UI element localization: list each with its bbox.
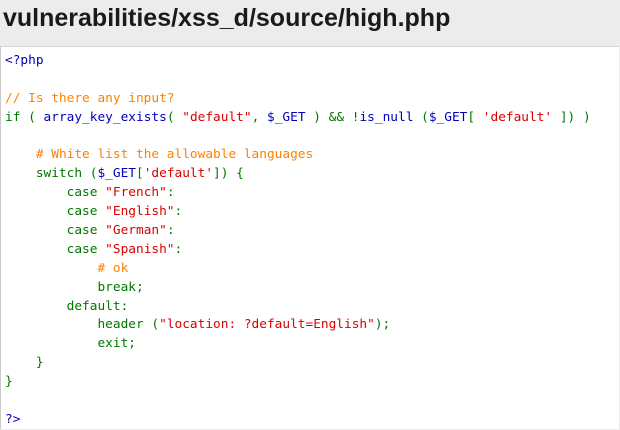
code-line: ​ (5, 128, 591, 147)
code-line: # White list the allowable languages (5, 146, 591, 165)
code-line: ​ (5, 392, 591, 411)
code-line: header ("location: ?default=English"); (5, 316, 591, 335)
code-line: switch ($_GET['default']) { (5, 165, 591, 184)
code-token: # ok (97, 260, 129, 276)
code-token: header (5, 317, 152, 333)
code-line: ?> (5, 411, 591, 430)
code-token: 'default' (143, 166, 214, 182)
code-token: array_key_exists (43, 109, 167, 125)
code-token: ( (151, 317, 160, 333)
code-token: 'default' (482, 109, 560, 125)
code-token: ?> (5, 411, 21, 427)
code-token: } (5, 355, 44, 371)
code-token: case (5, 223, 106, 239)
code-token: switch ( (5, 166, 98, 182)
code-token: ]) ) (559, 109, 591, 125)
code-line: exit; (5, 335, 591, 354)
code-token: default: (5, 298, 129, 314)
code-token: : (166, 185, 175, 201)
code-line: // Is there any input? (5, 90, 591, 109)
code-token: ) && ! (313, 109, 360, 125)
code-token: is_null (359, 109, 422, 125)
code-line: case "Spanish": (5, 241, 591, 260)
code-line: } (5, 354, 591, 373)
code-token: exit; (5, 336, 136, 352)
code-line: } (5, 373, 591, 392)
code-line: <?php (5, 52, 591, 71)
code-token: "French" (105, 185, 167, 201)
code-token: "English" (105, 204, 175, 220)
code-line: ​ (5, 71, 591, 90)
page-title: vulnerabilities/xss_d/source/high.php (3, 4, 451, 32)
code-token: $_GET (428, 109, 468, 125)
code-line: break; (5, 279, 591, 298)
code-token: $_GET (97, 166, 136, 182)
code-token: "German" (105, 223, 167, 239)
code-token: // Is there any input? (5, 90, 175, 106)
code-line: case "French": (5, 184, 591, 203)
code-token: case (5, 204, 106, 220)
code-token: ( (166, 109, 183, 125)
code-line: default: (5, 298, 591, 317)
code-token: [ (135, 166, 144, 182)
source-code-panel: <?php​// Is there any input?if ( array_k… (0, 46, 619, 429)
code-token: <?php (5, 53, 44, 68)
code-token: "default" (182, 109, 252, 125)
code-line: # ok (5, 260, 591, 279)
code-token: case (5, 185, 106, 201)
code-line: case "English": (5, 203, 591, 222)
code-token: : (166, 223, 175, 239)
code-token: case (5, 241, 106, 257)
code-token: $_GET (267, 109, 314, 125)
page-header: vulnerabilities/xss_d/source/high.php (0, 0, 620, 44)
code-line: case "German": (5, 222, 591, 241)
code-token: "location: ?default=English" (159, 317, 375, 333)
code-token: "Spanish" (105, 241, 175, 257)
code-token: ); (374, 317, 391, 333)
code-token: } (5, 374, 13, 390)
code-token: : (174, 241, 183, 257)
code-line: if ( array_key_exists( "default", $_GET … (5, 109, 591, 128)
code-token: , (251, 109, 267, 125)
code-token: # White list the allowable languages (35, 147, 314, 163)
code-token: : (174, 204, 183, 220)
code-token: if ( (5, 109, 44, 125)
source-code: <?php​// Is there any input?if ( array_k… (5, 52, 591, 430)
code-token: ( (421, 109, 429, 125)
code-token: ]) { (213, 166, 244, 182)
code-token: break; (5, 279, 144, 295)
code-token: [ (467, 109, 483, 125)
